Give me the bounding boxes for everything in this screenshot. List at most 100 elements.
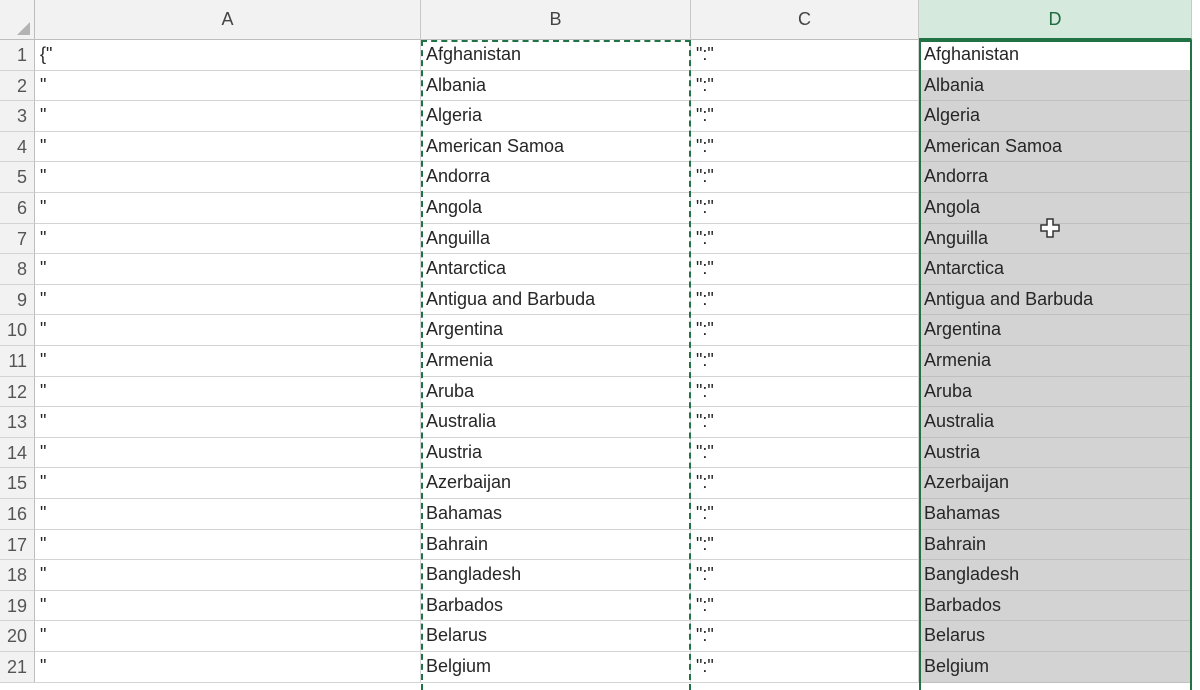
cell-a2[interactable]: " <box>35 70 421 102</box>
cell-b5[interactable]: Andorra <box>421 162 691 193</box>
cell-a18[interactable]: " <box>35 560 421 591</box>
cell-b10[interactable]: Argentina <box>421 315 691 346</box>
cell-c14[interactable]: ":" <box>691 437 919 469</box>
cell-c5[interactable]: ":" <box>691 162 919 193</box>
row-header-12[interactable]: 12 <box>0 376 35 408</box>
cell-d10[interactable]: Argentina <box>919 315 1192 346</box>
cell-a5[interactable]: " <box>35 162 421 193</box>
row-header-11[interactable]: 11 <box>0 346 35 377</box>
cell-c21[interactable]: ":" <box>691 652 919 683</box>
row-header-10[interactable]: 10 <box>0 315 35 346</box>
row-header-18[interactable]: 18 <box>0 560 35 591</box>
cell-d3[interactable]: Algeria <box>919 101 1192 132</box>
cell-d11[interactable]: Armenia <box>919 346 1192 377</box>
row-header-8[interactable]: 8 <box>0 254 35 285</box>
cell-a11[interactable]: " <box>35 346 421 377</box>
cell-c19[interactable]: ":" <box>691 590 919 622</box>
cell-b3[interactable]: Algeria <box>421 101 691 132</box>
cell-b8[interactable]: Antarctica <box>421 254 691 285</box>
cell-b1[interactable]: Afghanistan <box>421 40 691 71</box>
cell-d6[interactable]: Angola <box>919 193 1192 224</box>
cell-b20[interactable]: Belarus <box>421 621 691 652</box>
cell-b14[interactable]: Austria <box>421 437 691 469</box>
cell-d9[interactable]: Antigua and Barbuda <box>919 284 1192 316</box>
cell-c12[interactable]: ":" <box>691 376 919 408</box>
cell-b18[interactable]: Bangladesh <box>421 560 691 591</box>
cell-d12[interactable]: Aruba <box>919 376 1192 408</box>
row-header-5[interactable]: 5 <box>0 162 35 193</box>
cell-b9[interactable]: Antigua and Barbuda <box>421 284 691 316</box>
cell-b13[interactable]: Australia <box>421 407 691 438</box>
cell-c15[interactable]: ":" <box>691 468 919 499</box>
cell-d1[interactable]: Afghanistan <box>919 40 1192 71</box>
cell-d2[interactable]: Albania <box>919 70 1192 102</box>
cell-c8[interactable]: ":" <box>691 254 919 285</box>
row-header-16[interactable]: 16 <box>0 499 35 530</box>
cell-d16[interactable]: Bahamas <box>919 499 1192 530</box>
row-header-13[interactable]: 13 <box>0 407 35 438</box>
cell-d7[interactable]: Anguilla <box>919 223 1192 255</box>
cell-a12[interactable]: " <box>35 376 421 408</box>
cell-c16[interactable]: ":" <box>691 499 919 530</box>
row-header-20[interactable]: 20 <box>0 621 35 652</box>
row-header-17[interactable]: 17 <box>0 529 35 561</box>
cell-c17[interactable]: ":" <box>691 529 919 561</box>
cell-c9[interactable]: ":" <box>691 284 919 316</box>
cell-d21[interactable]: Belgium <box>919 652 1192 683</box>
cell-d8[interactable]: Antarctica <box>919 254 1192 285</box>
cell-d13[interactable]: Australia <box>919 407 1192 438</box>
row-header-6[interactable]: 6 <box>0 193 35 224</box>
cell-a7[interactable]: " <box>35 223 421 255</box>
cell-d20[interactable]: Belarus <box>919 621 1192 652</box>
cell-b6[interactable]: Angola <box>421 193 691 224</box>
cell-a9[interactable]: " <box>35 284 421 316</box>
cell-c4[interactable]: ":" <box>691 131 919 163</box>
column-header-c[interactable]: C <box>691 0 919 40</box>
column-header-d[interactable]: D <box>919 0 1192 40</box>
row-header-19[interactable]: 19 <box>0 590 35 622</box>
cell-c13[interactable]: ":" <box>691 407 919 438</box>
cell-a14[interactable]: " <box>35 437 421 469</box>
cell-b2[interactable]: Albania <box>421 70 691 102</box>
cell-d4[interactable]: American Samoa <box>919 131 1192 163</box>
cell-a17[interactable]: " <box>35 529 421 561</box>
row-header-1[interactable]: 1 <box>0 40 35 71</box>
cell-b16[interactable]: Bahamas <box>421 499 691 530</box>
cell-d5[interactable]: Andorra <box>919 162 1192 193</box>
cell-d19[interactable]: Barbados <box>919 590 1192 622</box>
row-header-3[interactable]: 3 <box>0 101 35 132</box>
cell-a21[interactable]: " <box>35 652 421 683</box>
row-header-4[interactable]: 4 <box>0 131 35 163</box>
cell-a13[interactable]: " <box>35 407 421 438</box>
row-header-2[interactable]: 2 <box>0 70 35 102</box>
cell-a19[interactable]: " <box>35 590 421 622</box>
cell-c1[interactable]: ":" <box>691 40 919 71</box>
cell-c7[interactable]: ":" <box>691 223 919 255</box>
cell-d14[interactable]: Austria <box>919 437 1192 469</box>
cell-b12[interactable]: Aruba <box>421 376 691 408</box>
select-all-corner[interactable] <box>0 0 35 40</box>
cell-c18[interactable]: ":" <box>691 560 919 591</box>
cell-b21[interactable]: Belgium <box>421 652 691 683</box>
cell-b15[interactable]: Azerbaijan <box>421 468 691 499</box>
row-header-21[interactable]: 21 <box>0 652 35 683</box>
cell-d15[interactable]: Azerbaijan <box>919 468 1192 499</box>
cell-d18[interactable]: Bangladesh <box>919 560 1192 591</box>
column-header-a[interactable]: A <box>35 0 421 40</box>
cell-a3[interactable]: " <box>35 101 421 132</box>
cell-a10[interactable]: " <box>35 315 421 346</box>
cell-b17[interactable]: Bahrain <box>421 529 691 561</box>
cell-a6[interactable]: " <box>35 193 421 224</box>
cell-d17[interactable]: Bahrain <box>919 529 1192 561</box>
cell-a1[interactable]: {" <box>35 40 421 71</box>
cell-c11[interactable]: ":" <box>691 346 919 377</box>
row-header-15[interactable]: 15 <box>0 468 35 499</box>
cell-c3[interactable]: ":" <box>691 101 919 132</box>
row-header-14[interactable]: 14 <box>0 437 35 469</box>
cell-c10[interactable]: ":" <box>691 315 919 346</box>
column-header-b[interactable]: B <box>421 0 691 40</box>
cell-a16[interactable]: " <box>35 499 421 530</box>
cell-a20[interactable]: " <box>35 621 421 652</box>
cell-c20[interactable]: ":" <box>691 621 919 652</box>
row-header-7[interactable]: 7 <box>0 223 35 255</box>
